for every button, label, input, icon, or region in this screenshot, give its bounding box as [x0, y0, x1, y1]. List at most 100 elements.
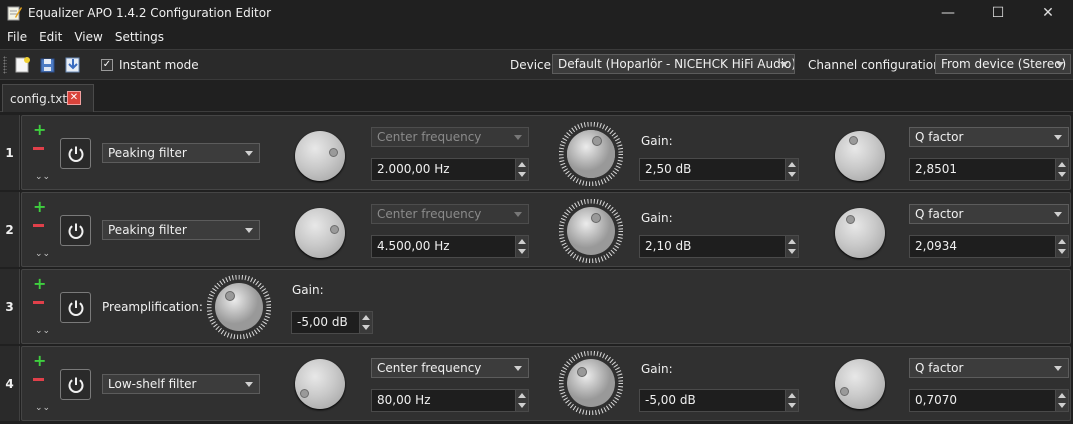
open-file-icon[interactable]	[39, 56, 57, 74]
chevron-down-icon[interactable]: ⌄⌄	[35, 173, 50, 182]
power-toggle-button[interactable]	[60, 369, 91, 400]
filter-row-body: + ⌄⌄ Low-shelf filter Center frequency 8…	[21, 346, 1071, 421]
preamp-gain-stepper[interactable]: -5,00 dB	[291, 311, 373, 334]
frequency-knob[interactable]	[295, 131, 345, 181]
stepper-buttons[interactable]	[359, 312, 372, 333]
stepper-down-icon[interactable]	[1058, 172, 1066, 177]
gain-stepper[interactable]: 2,50 dB	[639, 158, 799, 181]
stepper-down-icon[interactable]	[518, 249, 526, 254]
stepper-buttons[interactable]	[515, 236, 528, 257]
stepper-buttons[interactable]	[785, 159, 798, 180]
stepper-up-icon[interactable]	[518, 162, 526, 167]
q-factor-knob[interactable]	[835, 208, 885, 258]
frequency-stepper[interactable]: 80,00 Hz	[371, 389, 529, 412]
device-label: Device:	[510, 58, 556, 72]
frequency-mode-select: Center frequency	[371, 204, 529, 224]
stepper-down-icon[interactable]	[788, 403, 796, 408]
tab-config-txt[interactable]: config.txt ✕	[2, 84, 94, 112]
minimize-button[interactable]: —	[923, 0, 973, 26]
stepper-up-icon[interactable]	[788, 393, 796, 398]
close-button[interactable]: ✕	[1023, 0, 1073, 26]
stepper-down-icon[interactable]	[788, 249, 796, 254]
stepper-down-icon[interactable]	[788, 172, 796, 177]
gain-value: 2,50 dB	[645, 162, 692, 176]
stepper-buttons[interactable]	[785, 390, 798, 411]
stepper-up-icon[interactable]	[1058, 393, 1066, 398]
filter-type-select[interactable]: Low-shelf filter	[102, 374, 260, 394]
frequency-stepper[interactable]: 4.500,00 Hz	[371, 235, 529, 258]
device-select[interactable]: Default (Hoparlör - NICEHCK HiFi Audio)	[552, 54, 795, 74]
menu-settings[interactable]: Settings	[109, 27, 170, 48]
stepper-up-icon[interactable]	[1058, 162, 1066, 167]
gain-dial[interactable]	[559, 199, 623, 263]
row-number: 1	[0, 115, 20, 190]
power-toggle-button[interactable]	[60, 138, 91, 169]
chevron-down-icon[interactable]: ⌄⌄	[35, 404, 50, 413]
frequency-stepper[interactable]: 2.000,00 Hz	[371, 158, 529, 181]
q-mode-select[interactable]: Q factor	[909, 358, 1069, 378]
channel-config-select[interactable]: From device (Stereo)	[935, 54, 1071, 74]
stepper-up-icon[interactable]	[788, 239, 796, 244]
power-toggle-button[interactable]	[60, 292, 91, 323]
menu-file[interactable]: File	[0, 27, 33, 48]
preamp-gain-dial[interactable]	[207, 275, 271, 339]
gain-stepper[interactable]: 2,10 dB	[639, 235, 799, 258]
q-mode-select[interactable]: Q factor	[909, 204, 1069, 224]
instant-mode-checkbox[interactable]: ✓	[101, 58, 113, 71]
gain-label: Gain:	[292, 283, 324, 297]
minus-icon[interactable]	[33, 147, 44, 150]
minus-icon[interactable]	[33, 378, 44, 381]
q-factor-stepper[interactable]: 2,8501	[909, 158, 1069, 181]
chevron-down-icon	[514, 212, 522, 217]
tab-label: config.txt	[10, 91, 68, 106]
menu-edit[interactable]: Edit	[33, 27, 68, 48]
menu-view[interactable]: View	[68, 27, 108, 48]
gain-stepper[interactable]: -5,00 dB	[639, 389, 799, 412]
stepper-up-icon[interactable]	[518, 239, 526, 244]
new-file-icon[interactable]	[14, 56, 32, 74]
stepper-up-icon[interactable]	[362, 315, 370, 320]
stepper-buttons[interactable]	[1055, 236, 1068, 257]
gain-dial[interactable]	[559, 122, 623, 186]
plus-icon[interactable]: +	[33, 199, 46, 215]
toolbar-grip[interactable]	[3, 55, 7, 74]
q-factor-stepper[interactable]: 2,0934	[909, 235, 1069, 258]
chevron-down-icon[interactable]: ⌄⌄	[35, 327, 50, 336]
minus-icon[interactable]	[33, 301, 44, 304]
stepper-down-icon[interactable]	[518, 172, 526, 177]
stepper-up-icon[interactable]	[1058, 239, 1066, 244]
chevron-down-icon	[245, 382, 253, 387]
plus-icon[interactable]: +	[33, 122, 46, 138]
stepper-buttons[interactable]	[785, 236, 798, 257]
minus-icon[interactable]	[33, 224, 44, 227]
q-mode-select[interactable]: Q factor	[909, 127, 1069, 147]
stepper-up-icon[interactable]	[518, 393, 526, 398]
q-factor-knob[interactable]	[835, 131, 885, 181]
plus-icon[interactable]: +	[33, 353, 46, 369]
stepper-buttons[interactable]	[1055, 390, 1068, 411]
stepper-down-icon[interactable]	[362, 325, 370, 330]
power-toggle-button[interactable]	[60, 215, 91, 246]
row-number: 3	[0, 269, 20, 344]
stepper-buttons[interactable]	[1055, 159, 1068, 180]
frequency-knob[interactable]	[295, 359, 345, 409]
frequency-knob[interactable]	[295, 208, 345, 258]
maximize-button[interactable]: ☐	[973, 0, 1023, 26]
gain-dial[interactable]	[559, 351, 623, 415]
stepper-down-icon[interactable]	[1058, 403, 1066, 408]
save-file-icon[interactable]	[64, 56, 82, 74]
stepper-down-icon[interactable]	[1058, 249, 1066, 254]
close-icon[interactable]: ✕	[67, 91, 81, 105]
stepper-down-icon[interactable]	[518, 403, 526, 408]
stepper-buttons[interactable]	[515, 390, 528, 411]
stepper-up-icon[interactable]	[788, 162, 796, 167]
chevron-down-icon[interactable]: ⌄⌄	[35, 250, 50, 259]
stepper-buttons[interactable]	[515, 159, 528, 180]
instant-mode-label: Instant mode	[119, 57, 199, 72]
filter-type-select[interactable]: Peaking filter	[102, 143, 260, 163]
q-factor-stepper[interactable]: 0,7070	[909, 389, 1069, 412]
frequency-mode-select[interactable]: Center frequency	[371, 358, 529, 378]
filter-type-select[interactable]: Peaking filter	[102, 220, 260, 240]
plus-icon[interactable]: +	[33, 276, 46, 292]
q-factor-knob[interactable]	[835, 359, 885, 409]
